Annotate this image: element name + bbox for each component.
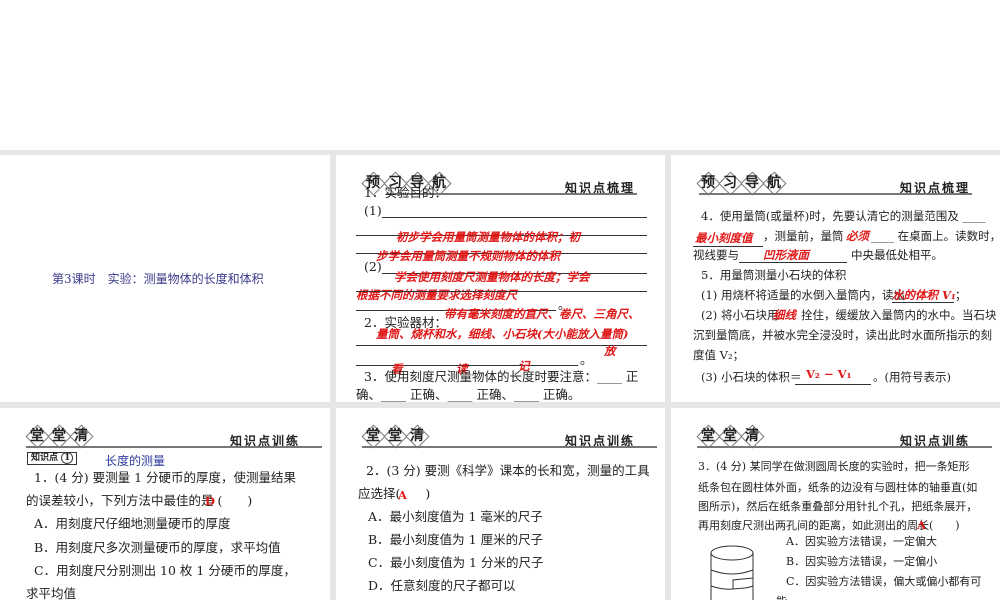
option-a: A．最小刻度值为 1 毫米的尺子	[368, 509, 543, 524]
question-3-cont: 纸条包在圆柱体外面，纸条的边没有与圆柱体的轴垂直(如	[698, 481, 978, 494]
question-3-cont: 图所示)，然后在纸条重叠部分用针扎个孔，把纸条展开，	[698, 500, 978, 513]
option-b: B．因实验方法错误，一定偏小	[786, 555, 938, 568]
question-1: 1．(4 分) 要测量 1 分硬币的厚度，使测量结果	[34, 470, 297, 485]
knowledge-point-tag: 知识点 1	[27, 452, 78, 465]
item-5-3: 。(用符号表示)	[873, 370, 951, 384]
item-1-2: (2)	[364, 259, 382, 274]
question-3: 3．(4 分) 某同学在做测圆周长度的实验时，把一条矩形	[698, 460, 970, 473]
option-c-cont: 能	[776, 594, 787, 600]
slide-title[interactable]: 第3课时 实验：测量物体的长度和体积	[0, 155, 330, 402]
item-3: 3．使用刻度尺测量物体的长度时要注意：____ 正	[364, 369, 639, 384]
item-4: 4．使用量筒(或量杯)时，先要认清它的测量范围及 ____	[701, 209, 986, 223]
slide-exercise-2[interactable]: 堂堂清 知识点训练 2．(3 分) 要测《科学》课本的长和宽，测量的工具 应选择…	[336, 408, 665, 600]
class-badge: 堂堂清	[360, 425, 426, 447]
item-1-1: (1)	[364, 203, 382, 218]
answer: A	[917, 518, 926, 532]
lesson-title: 第3课时 实验：测量物体的长度和体积	[52, 272, 264, 286]
answer: 细线	[773, 308, 796, 322]
answer: 凹形液面	[763, 248, 809, 262]
item-3-cont: 确、____ 正确、____ 正确、____ 正确。	[356, 387, 581, 402]
item-4-cont: ，测量前，量筒	[763, 229, 844, 243]
answer: 水的体积 V₁	[892, 288, 956, 302]
slide-preview-2[interactable]: 预习导航 知识点梳理 4．使用量筒(或量杯)时，先要认清它的测量范围及 ____…	[671, 155, 1000, 402]
option-c: C．因实验方法错误，偏大或偏小都有可	[786, 575, 982, 588]
option-a: A．因实验方法错误，一定偏大	[786, 535, 937, 548]
class-badge: 堂堂清	[695, 425, 761, 447]
slide-exercise-1[interactable]: 堂堂清 知识点训练 知识点 1 长度的测量 1．(4 分) 要测量 1 分硬币的…	[0, 408, 330, 600]
item-5-2: 度值 V₂；	[693, 348, 745, 362]
class-badge: 堂堂清	[24, 425, 90, 447]
item-5-2: (2) 将小石块用	[701, 308, 779, 322]
option-b: B．用刻度尺多次测量硬币的厚度，求平均值	[34, 540, 281, 555]
cylinder-figure	[710, 545, 754, 600]
period: 。	[580, 352, 593, 367]
preview-badge: 预习导航	[695, 172, 783, 194]
item-5: 5．用量筒测量小石块的体积	[701, 268, 847, 282]
question-2-cont: 应选择( )	[358, 486, 431, 501]
item-4-cont: ____ 在桌面上。读数时，	[871, 229, 1000, 243]
answer: 必须	[846, 229, 869, 243]
option-a: A．用刻度尺仔细地测量硬币的厚度	[34, 516, 231, 531]
item-4-cont: 视线要与	[693, 248, 739, 262]
option-c-cont: 求平均值	[26, 586, 77, 600]
item-5-2: 拴住，缓缓放入量筒内的水中。当石块	[801, 308, 997, 322]
slide-exercise-3[interactable]: 堂堂清 知识点训练 3．(4 分) 某同学在做测圆周长度的实验时，把一条矩形 纸…	[671, 408, 1000, 600]
option-d: D．任意刻度的尺子都可以	[368, 578, 516, 593]
answer: 放	[604, 344, 616, 358]
preview-badge: 预习导航	[360, 172, 448, 194]
option-b: B．最小刻度值为 1 厘米的尺子	[368, 532, 544, 547]
answer: 学会使用刻度尺测量物体的长度；学会	[394, 270, 590, 284]
answer: 量筒、烧杯和水，细线、小石块(大小能放入量筒)	[376, 327, 629, 341]
answer: 带有毫米刻度的直尺、卷尺、三角尺、	[444, 307, 640, 321]
punct: ；	[955, 288, 967, 302]
slide-preview-1[interactable]: 预习导航 知识点梳理 1．实验目的： (1) 初步学会用量筒测量物体的体积；初 …	[336, 155, 665, 402]
answer: 初步学会用量筒测量物体的体积；初	[396, 230, 580, 244]
option-c: C．最小刻度值为 1 分米的尺子	[368, 555, 544, 570]
item-5-1: (1) 用烧杯将适量的水倒入量筒内，读出	[701, 288, 905, 302]
question-1-cont: 的误差较小，下列方法中最佳的是 ( )	[26, 493, 253, 508]
knowledge-point-title: 长度的测量	[105, 454, 166, 468]
item-5-2: 沉到量筒底，并被水完全浸没时，读出此时水面所指示的刻	[693, 328, 992, 342]
option-c: C．用刻度尺分别测出 10 枚 1 分硬币的厚度，	[34, 563, 296, 578]
answer: A	[398, 488, 407, 502]
answer: V₂ − V₁	[806, 367, 852, 381]
item-5-3: (3) 小石块的体积＝	[701, 370, 802, 384]
item-4-cont: 中央最低处相平。	[851, 248, 943, 262]
question-2: 2．(3 分) 要测《科学》课本的长和宽，测量的工具	[366, 463, 650, 478]
answer: 最小刻度值	[695, 231, 753, 245]
answer: 步学会用量筒测量不规则物体的体积	[376, 249, 560, 263]
answer: D	[205, 494, 215, 508]
